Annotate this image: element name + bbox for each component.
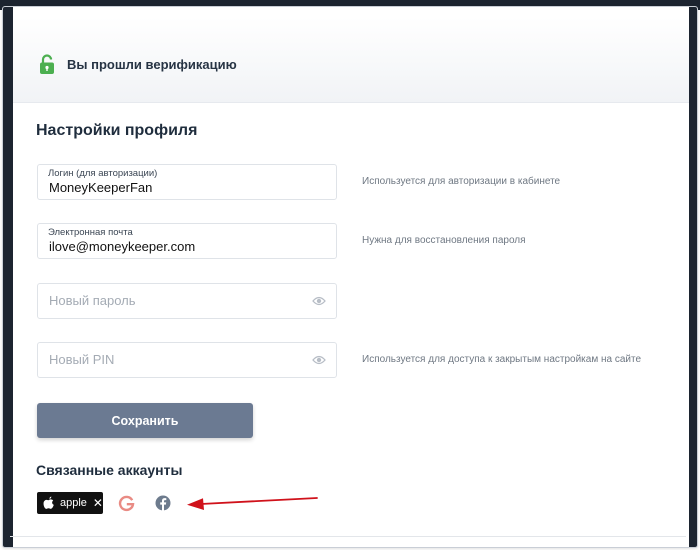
lock-icon	[40, 54, 54, 74]
google-icon[interactable]	[118, 495, 135, 512]
red-arrow-annotation	[187, 497, 318, 510]
linked-accounts-title: Связанные аккаунты	[36, 462, 183, 478]
save-button[interactable]: Сохранить	[37, 403, 253, 438]
close-icon[interactable]: ✕	[93, 497, 103, 509]
new-password-placeholder: Новый пароль	[49, 293, 136, 308]
apple-account-chip[interactable]: apple ✕	[37, 492, 103, 514]
verification-banner: Вы прошли верификацию	[13, 17, 689, 103]
page-title: Настройки профиля	[36, 122, 198, 139]
facebook-icon[interactable]	[155, 495, 171, 511]
login-field[interactable]: Логин (для авторизации) MoneyKeeperFan	[37, 164, 337, 200]
new-pin-placeholder: Новый PIN	[49, 352, 115, 367]
login-label: Логин (для авторизации)	[48, 168, 158, 179]
bottom-divider	[10, 536, 686, 537]
email-field[interactable]: Электронная почта ilove@moneykeeper.com	[37, 223, 337, 259]
eye-icon[interactable]	[312, 354, 326, 366]
apple-icon	[43, 496, 54, 509]
apple-label: apple	[60, 497, 87, 509]
right-dark-border	[689, 7, 697, 547]
new-pin-field[interactable]: Новый PIN	[37, 342, 337, 378]
login-value: MoneyKeeperFan	[49, 180, 153, 195]
eye-icon[interactable]	[312, 295, 326, 307]
email-value: ilove@moneykeeper.com	[49, 239, 196, 254]
email-hint: Нужна для восстановления пароля	[362, 235, 526, 246]
login-hint: Используется для авторизации в кабинете	[362, 176, 561, 187]
email-label: Электронная почта	[48, 227, 133, 238]
new-password-field[interactable]: Новый пароль	[37, 283, 337, 319]
pin-hint: Используется для доступа к закрытым наст…	[362, 354, 642, 365]
left-dark-border	[3, 7, 13, 547]
verification-text: Вы прошли верификацию	[67, 57, 237, 72]
